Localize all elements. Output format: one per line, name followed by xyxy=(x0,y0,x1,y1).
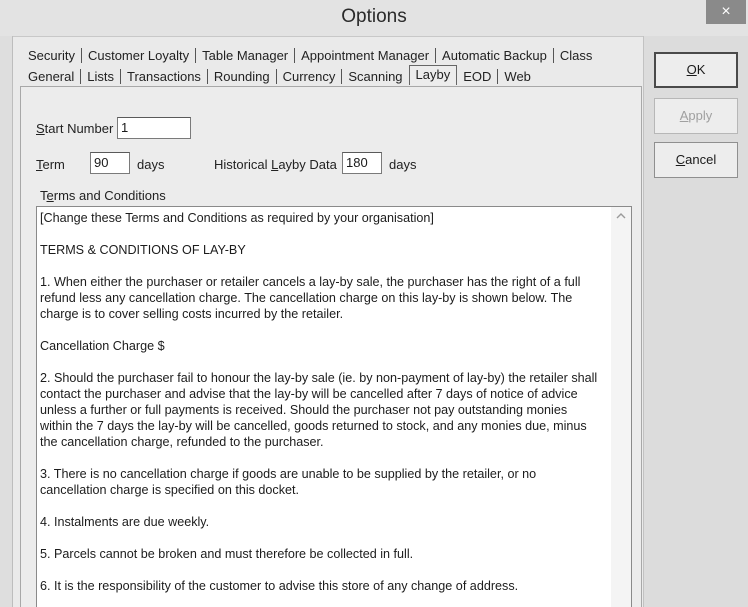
term-label: Term xyxy=(36,157,65,172)
window-title: Options xyxy=(341,6,407,27)
tab-rounding[interactable]: Rounding xyxy=(208,69,276,84)
historical-days-label: days xyxy=(389,157,417,172)
apply-button[interactable]: Apply xyxy=(654,98,738,134)
terms-paragraph: 2. Should the purchaser fail to honour t… xyxy=(40,371,598,449)
tab-currency[interactable]: Currency xyxy=(277,69,342,84)
terms-and-conditions-textarea[interactable]: [Change these Terms and Conditions as re… xyxy=(36,206,632,607)
terms-paragraph: 5. Parcels cannot be broken and must the… xyxy=(40,547,414,561)
tab-table-manager[interactable]: Table Manager xyxy=(196,48,294,63)
terms-paragraph: [Change these Terms and Conditions as re… xyxy=(40,211,434,225)
terms-paragraph: TERMS & CONDITIONS OF LAY-BY xyxy=(40,243,246,257)
start-number-input[interactable]: 1 xyxy=(117,117,191,139)
options-dialog: Options × Security Customer Loyalty Tabl… xyxy=(0,0,748,607)
tab-scanning[interactable]: Scanning xyxy=(342,69,408,84)
terms-paragraph: Cancellation Charge $ xyxy=(40,339,165,353)
close-icon[interactable]: × xyxy=(706,0,746,24)
tab-transactions[interactable]: Transactions xyxy=(121,69,207,84)
tab-class[interactable]: Class xyxy=(554,48,599,63)
tab-layby[interactable]: Layby xyxy=(408,65,458,85)
vertical-scrollbar[interactable] xyxy=(611,207,631,607)
tab-general[interactable]: General xyxy=(22,69,80,84)
tab-appointment-manager[interactable]: Appointment Manager xyxy=(295,48,435,63)
term-input[interactable]: 90 xyxy=(90,152,130,174)
terms-text: [Change these Terms and Conditions as re… xyxy=(40,210,600,607)
ok-button[interactable]: OK xyxy=(654,52,738,88)
tab-eod[interactable]: EOD xyxy=(457,69,497,84)
tab-row-top: Security Customer Loyalty Table Manager … xyxy=(22,44,598,66)
terms-paragraph: 4. Instalments are due weekly. xyxy=(40,515,210,529)
tab-security[interactable]: Security xyxy=(22,48,81,63)
term-days-label: days xyxy=(137,157,165,172)
terms-paragraph: 6. It is the responsibility of the custo… xyxy=(40,579,519,593)
tab-customer-loyalty[interactable]: Customer Loyalty xyxy=(82,48,195,63)
terms-paragraph: 3. There is no cancellation charge if go… xyxy=(40,467,537,497)
chevron-up-icon[interactable] xyxy=(611,211,631,222)
tab-row-bottom: General Lists Transactions Rounding Curr… xyxy=(22,65,537,87)
start-number-label: Start Number xyxy=(36,121,114,136)
historical-layby-data-label: Historical Layby Data xyxy=(214,157,337,172)
tab-web[interactable]: Web xyxy=(498,69,537,84)
historical-layby-data-input[interactable]: 180 xyxy=(342,152,382,174)
terms-paragraph: 1. When either the purchaser or retailer… xyxy=(40,275,581,321)
tab-lists[interactable]: Lists xyxy=(81,69,120,84)
terms-and-conditions-label: Terms and Conditions xyxy=(40,188,166,203)
cancel-button[interactable]: Cancel xyxy=(654,142,738,178)
tab-automatic-backup[interactable]: Automatic Backup xyxy=(436,48,553,63)
window-left-edge xyxy=(0,36,13,607)
dialog-button-pane: OK Apply Cancel xyxy=(643,36,748,607)
title-bar: Options × xyxy=(0,0,748,37)
